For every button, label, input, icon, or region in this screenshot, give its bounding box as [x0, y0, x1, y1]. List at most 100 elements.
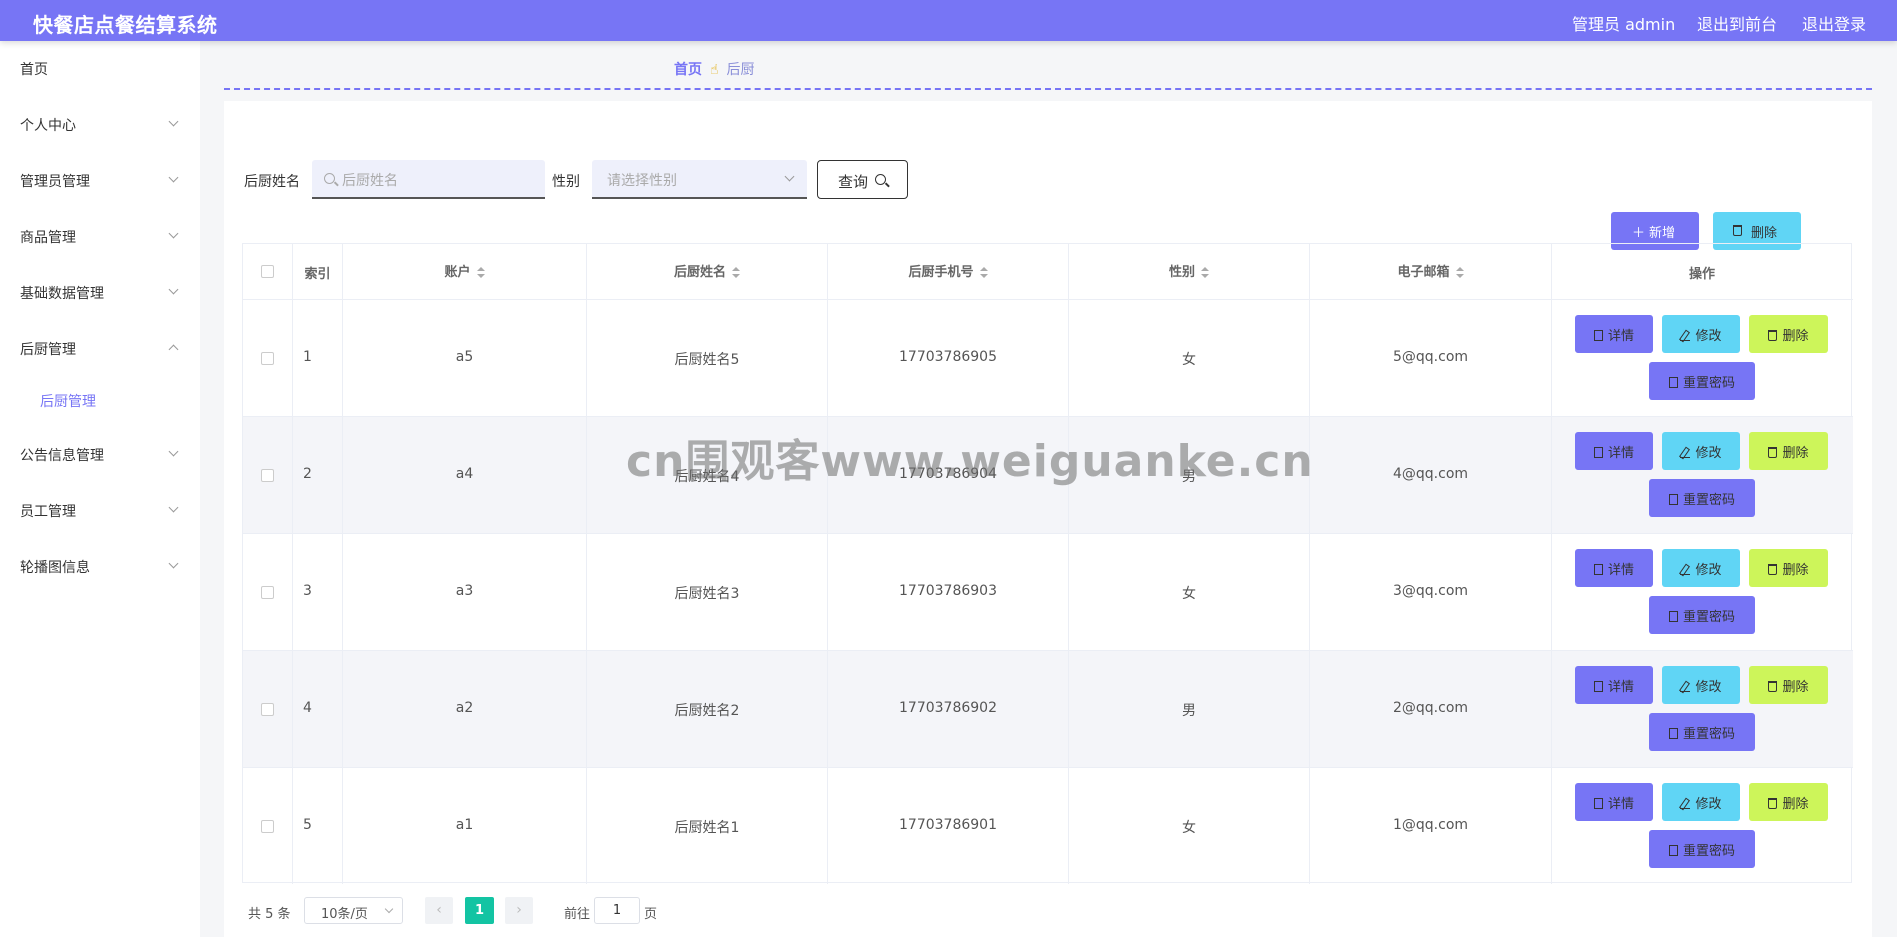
search-icon — [875, 174, 886, 185]
breadcrumb-home[interactable]: 首页 — [674, 62, 702, 78]
row-account: a3 — [455, 583, 474, 599]
detail-button[interactable]: 详情 — [1575, 783, 1653, 821]
query-button-label: 查询 — [838, 173, 869, 191]
header-name[interactable]: 后厨姓名 — [587, 261, 827, 280]
reset-password-button[interactable]: 重置密码 — [1649, 713, 1755, 751]
document-icon — [1668, 611, 1678, 622]
row-checkbox[interactable] — [261, 469, 274, 482]
page-size-select[interactable]: 10条/页 — [304, 897, 403, 924]
content-card: 后厨姓名 后厨姓名 性别 请选择性别 查询 ＋ 新增 删除 索引 账户 后厨姓名… — [224, 101, 1872, 937]
sort-icon[interactable] — [476, 266, 485, 279]
row-phone: 17703786905 — [899, 349, 997, 365]
main-content: 首页 ☝ 后厨 后厨姓名 后厨姓名 性别 请选择性别 查询 ＋ 新增 删除 索引… — [200, 41, 1897, 937]
row-checkbox[interactable] — [261, 820, 274, 833]
sort-icon[interactable] — [1455, 266, 1464, 279]
row-gender: 女 — [1182, 352, 1196, 368]
row-account: a1 — [455, 817, 474, 833]
trash-icon — [1768, 798, 1778, 809]
row-account: a4 — [455, 466, 474, 482]
row-phone: 17703786902 — [899, 700, 997, 716]
delete-button[interactable]: 删除 — [1749, 783, 1828, 821]
detail-button[interactable]: 详情 — [1575, 549, 1653, 587]
sidebar-item-kitchen-management[interactable]: 后厨管理 — [0, 328, 200, 368]
header-account[interactable]: 账户 — [343, 261, 586, 280]
sidebar: 首页 个人中心 管理员管理 商品管理 基础数据管理 后厨管理 后厨管理 公告信息… — [0, 41, 200, 937]
edit-button[interactable]: 修改 — [1662, 432, 1740, 470]
query-button[interactable]: 查询 — [817, 160, 908, 199]
trash-icon — [1733, 224, 1747, 239]
sidebar-item-personal-center[interactable]: 个人中心 — [0, 104, 200, 144]
document-icon — [1593, 564, 1603, 575]
row-checkbox[interactable] — [261, 352, 274, 365]
row-name: 后厨姓名3 — [674, 586, 740, 602]
sidebar-item-staff-management[interactable]: 员工管理 — [0, 490, 200, 530]
sidebar-item-label: 首页 — [20, 62, 48, 78]
edit-button[interactable]: 修改 — [1662, 783, 1740, 821]
edit-button[interactable]: 修改 — [1662, 549, 1740, 587]
reset-password-button[interactable]: 重置密码 — [1649, 479, 1755, 517]
sort-icon[interactable] — [1201, 266, 1209, 279]
header-gender[interactable]: 性别 — [1069, 261, 1309, 280]
sidebar-item-label: 后厨管理 — [20, 342, 76, 358]
gender-select-placeholder: 请选择性别 — [607, 173, 677, 189]
name-search-label: 后厨姓名 — [244, 174, 300, 190]
sidebar-item-admin-management[interactable]: 管理员管理 — [0, 160, 200, 200]
sidebar-item-product-management[interactable]: 商品管理 — [0, 216, 200, 256]
row-email: 2@qq.com — [1392, 700, 1469, 716]
goto-label: 前往 — [564, 907, 591, 922]
sidebar-item-label: 公告信息管理 — [20, 448, 104, 464]
row-email: 1@qq.com — [1392, 817, 1469, 833]
name-search-input[interactable]: 后厨姓名 — [312, 160, 545, 199]
reset-password-button[interactable]: 重置密码 — [1649, 362, 1755, 400]
sidebar-item-basic-data[interactable]: 基础数据管理 — [0, 272, 200, 312]
reset-password-button[interactable]: 重置密码 — [1649, 830, 1755, 868]
document-icon — [1593, 447, 1603, 458]
search-icon — [324, 173, 335, 184]
row-email: 5@qq.com — [1392, 349, 1469, 365]
pencil-icon — [1680, 564, 1691, 575]
row-checkbox[interactable] — [261, 703, 274, 716]
edit-button[interactable]: 修改 — [1662, 315, 1740, 353]
select-all-checkbox[interactable] — [261, 265, 274, 278]
delete-button[interactable]: 删除 — [1749, 549, 1828, 587]
sidebar-item-announcement[interactable]: 公告信息管理 — [0, 434, 200, 474]
next-page-button[interactable]: › — [505, 897, 533, 924]
table-row: 3 a3 后厨姓名3 17703786903 女 3@qq.com 详情 修改 … — [243, 534, 1853, 651]
sort-icon[interactable] — [732, 266, 740, 279]
row-phone: 17703786903 — [899, 583, 997, 599]
chevron-down-icon — [168, 284, 179, 295]
table-header-row: 索引 账户 后厨姓名 后厨手机号 性别 电子邮箱 操作 — [243, 244, 1853, 300]
row-account: a5 — [455, 349, 474, 365]
breadcrumb-current: 后厨 — [726, 62, 755, 78]
document-icon — [1668, 845, 1678, 856]
row-phone: 17703786901 — [899, 817, 997, 833]
delete-button[interactable]: 删除 — [1749, 315, 1828, 353]
pencil-icon — [1680, 798, 1691, 809]
goto-page-input[interactable]: 1 — [594, 897, 640, 924]
delete-button[interactable]: 删除 — [1749, 432, 1828, 470]
header-email[interactable]: 电子邮箱 — [1310, 261, 1551, 280]
gender-select[interactable]: 请选择性别 — [592, 160, 807, 199]
sidebar-item-home[interactable]: 首页 — [0, 48, 200, 88]
reset-password-button[interactable]: 重置密码 — [1649, 596, 1755, 634]
header-actions: 操作 — [1688, 267, 1715, 282]
logout-link[interactable]: 退出登录 — [1802, 11, 1866, 35]
sidebar-item-label: 个人中心 — [20, 118, 76, 134]
sidebar-item-carousel[interactable]: 轮播图信息 — [0, 546, 200, 586]
add-button-label: 新增 — [1649, 226, 1676, 241]
exit-to-front-link[interactable]: 退出到前台 — [1697, 11, 1777, 35]
prev-page-button[interactable]: ‹ — [425, 897, 453, 924]
sort-icon[interactable] — [979, 266, 988, 279]
row-name: 后厨姓名1 — [674, 820, 740, 836]
delete-button[interactable]: 删除 — [1749, 666, 1828, 704]
sidebar-subitem-kitchen-management[interactable]: 后厨管理 — [0, 380, 200, 420]
edit-button[interactable]: 修改 — [1662, 666, 1740, 704]
detail-button[interactable]: 详情 — [1575, 432, 1653, 470]
row-email: 4@qq.com — [1392, 466, 1469, 482]
detail-button[interactable]: 详情 — [1575, 666, 1653, 704]
detail-button[interactable]: 详情 — [1575, 315, 1653, 353]
header-phone[interactable]: 后厨手机号 — [828, 261, 1068, 280]
current-page[interactable]: 1 — [465, 897, 494, 924]
row-checkbox[interactable] — [261, 586, 274, 599]
current-user: 管理员 admin — [1572, 15, 1676, 34]
